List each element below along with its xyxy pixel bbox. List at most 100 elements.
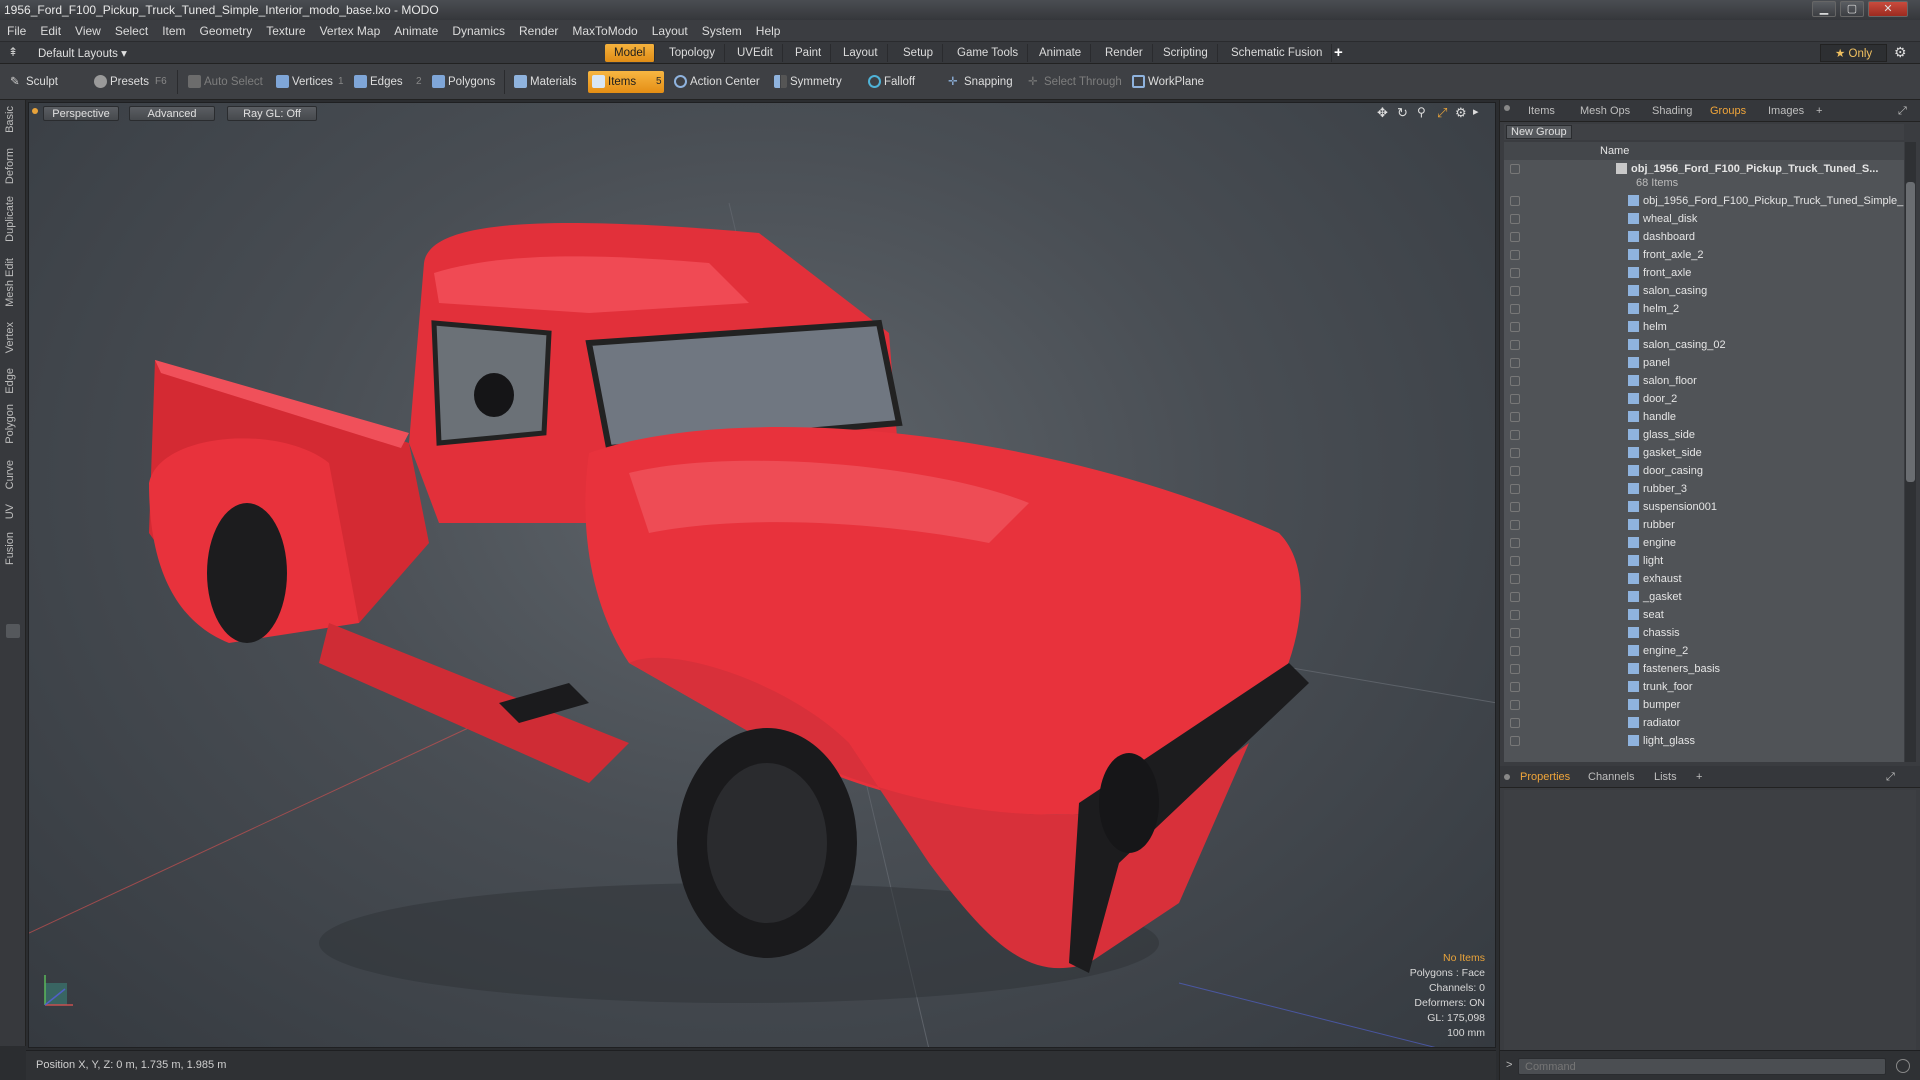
menu-file[interactable]: File — [0, 20, 33, 42]
visibility-toggle-icon[interactable] — [1510, 232, 1520, 242]
list-item[interactable]: trunk_foor — [1504, 678, 1904, 696]
tab-basic[interactable]: Basic — [4, 106, 22, 133]
list-item[interactable]: radiator — [1504, 714, 1904, 732]
menu-animate[interactable]: Animate — [387, 20, 445, 42]
visibility-toggle-icon[interactable] — [1510, 196, 1520, 206]
menu-vertex-map[interactable]: Vertex Map — [313, 20, 388, 42]
tree-scrollbar[interactable] — [1905, 142, 1916, 762]
visibility-toggle-icon[interactable] — [1510, 574, 1520, 584]
visibility-toggle-icon[interactable] — [1510, 484, 1520, 494]
list-item[interactable]: door_2 — [1504, 390, 1904, 408]
expand-panel-icon[interactable]: ⤢ — [1880, 769, 1901, 785]
list-item[interactable]: obj_1956_Ford_F100_Pickup_Truck_Tuned_Si… — [1504, 192, 1904, 210]
visibility-toggle-icon[interactable] — [1510, 592, 1520, 602]
add-panel-tab-button[interactable]: + — [1810, 103, 1828, 119]
list-item[interactable]: front_axle_2 — [1504, 246, 1904, 264]
menu-system[interactable]: System — [695, 20, 749, 42]
list-item[interactable]: engine — [1504, 534, 1904, 552]
menu-edit[interactable]: Edit — [33, 20, 68, 42]
tab-vertex[interactable]: Vertex — [4, 322, 22, 353]
only-toggle[interactable]: ★ Only — [1820, 44, 1888, 62]
snapping-button[interactable]: ✛ Snapping — [944, 71, 1019, 93]
maximize-button[interactable]: ▢ — [1840, 1, 1864, 17]
tab-groups[interactable]: Groups — [1704, 103, 1752, 119]
tab-polygon[interactable]: Polygon — [4, 404, 22, 444]
visibility-toggle-icon[interactable] — [1510, 358, 1520, 368]
list-item[interactable]: handle — [1504, 408, 1904, 426]
command-history-icon[interactable] — [1896, 1059, 1910, 1073]
menu-layout[interactable]: Layout — [645, 20, 695, 42]
list-item[interactable]: front_axle — [1504, 264, 1904, 282]
list-item[interactable]: salon_casing_02 — [1504, 336, 1904, 354]
visibility-toggle-icon[interactable] — [1510, 214, 1520, 224]
list-item[interactable]: exhaust — [1504, 570, 1904, 588]
add-panel-tab-button[interactable]: + — [1690, 769, 1708, 785]
tab-channels[interactable]: Channels — [1582, 769, 1640, 785]
visibility-toggle-icon[interactable] — [1510, 610, 1520, 620]
list-item[interactable]: helm_2 — [1504, 300, 1904, 318]
list-item[interactable]: rubber_3 — [1504, 480, 1904, 498]
tab-properties[interactable]: Properties — [1514, 769, 1576, 785]
materials-button[interactable]: Materials — [510, 71, 583, 93]
visibility-toggle-icon[interactable] — [1510, 304, 1520, 314]
workplane-button[interactable]: WorkPlane — [1128, 71, 1210, 93]
tab-layout[interactable]: Layout — [834, 44, 888, 62]
action-center-button[interactable]: Action Center — [670, 71, 766, 93]
list-item[interactable]: gasket_side — [1504, 444, 1904, 462]
list-item[interactable]: dashboard — [1504, 228, 1904, 246]
tab-curve[interactable]: Curve — [4, 460, 22, 489]
visibility-toggle-icon[interactable] — [1510, 646, 1520, 656]
list-item[interactable]: rubber — [1504, 516, 1904, 534]
tab-mesh-ops[interactable]: Mesh Ops — [1574, 103, 1636, 119]
close-button[interactable]: ✕ — [1868, 1, 1908, 17]
symmetry-button[interactable]: Symmetry — [770, 71, 848, 93]
tab-lists[interactable]: Lists — [1648, 769, 1683, 785]
presets-button[interactable]: Presets — [90, 71, 155, 93]
list-item[interactable]: light_glass — [1504, 732, 1904, 750]
visibility-toggle-icon[interactable] — [1510, 322, 1520, 332]
list-item[interactable]: bumper — [1504, 696, 1904, 714]
tab-shading[interactable]: Shading — [1646, 103, 1698, 119]
list-item[interactable]: chassis — [1504, 624, 1904, 642]
visibility-toggle-icon[interactable] — [1510, 412, 1520, 422]
visibility-toggle-icon[interactable] — [1510, 700, 1520, 710]
list-item[interactable]: salon_casing — [1504, 282, 1904, 300]
tab-paint[interactable]: Paint — [786, 44, 832, 62]
menu-geometry[interactable]: Geometry — [193, 20, 260, 42]
visibility-toggle-icon[interactable] — [1510, 394, 1520, 404]
visibility-toggle-icon[interactable] — [1510, 448, 1520, 458]
visibility-toggle-icon[interactable] — [1510, 556, 1520, 566]
visibility-toggle-icon[interactable] — [1510, 718, 1520, 728]
name-column-header[interactable]: Name — [1600, 142, 1629, 160]
visibility-toggle-icon[interactable] — [1510, 340, 1520, 350]
menu-maxtomodo[interactable]: MaxToModo — [565, 20, 644, 42]
vertices-button[interactable]: Vertices — [272, 71, 339, 93]
items-button[interactable]: Items — [588, 71, 664, 93]
list-item[interactable]: panel — [1504, 354, 1904, 372]
visibility-toggle-icon[interactable] — [1510, 164, 1520, 174]
tab-scripting[interactable]: Scripting — [1154, 44, 1218, 62]
list-item[interactable]: helm — [1504, 318, 1904, 336]
edges-button[interactable]: Edges — [350, 71, 409, 93]
visibility-toggle-icon[interactable] — [1510, 628, 1520, 638]
tab-deform[interactable]: Deform — [4, 148, 22, 184]
menu-texture[interactable]: Texture — [259, 20, 312, 42]
sculpt-button[interactable]: ✎ Sculpt — [6, 71, 64, 93]
visibility-toggle-icon[interactable] — [1510, 664, 1520, 674]
list-item[interactable]: wheal_disk — [1504, 210, 1904, 228]
menu-item[interactable]: Item — [155, 20, 192, 42]
visibility-toggle-icon[interactable] — [1510, 250, 1520, 260]
falloff-button[interactable]: Falloff — [864, 71, 921, 93]
tab-animate[interactable]: Animate — [1030, 44, 1092, 62]
auto-select-button[interactable]: Auto Select — [184, 71, 269, 93]
menu-dynamics[interactable]: Dynamics — [445, 20, 512, 42]
tab-model[interactable]: Model — [605, 44, 656, 62]
list-item[interactable]: salon_floor — [1504, 372, 1904, 390]
toggle-panel-button[interactable] — [6, 624, 20, 638]
tab-setup[interactable]: Setup — [894, 44, 944, 62]
tab-uvedit[interactable]: UVEdit — [728, 44, 783, 62]
visibility-toggle-icon[interactable] — [1510, 268, 1520, 278]
visibility-toggle-icon[interactable] — [1510, 520, 1520, 530]
tab-render[interactable]: Render — [1096, 44, 1153, 62]
tab-items[interactable]: Items — [1522, 103, 1561, 119]
